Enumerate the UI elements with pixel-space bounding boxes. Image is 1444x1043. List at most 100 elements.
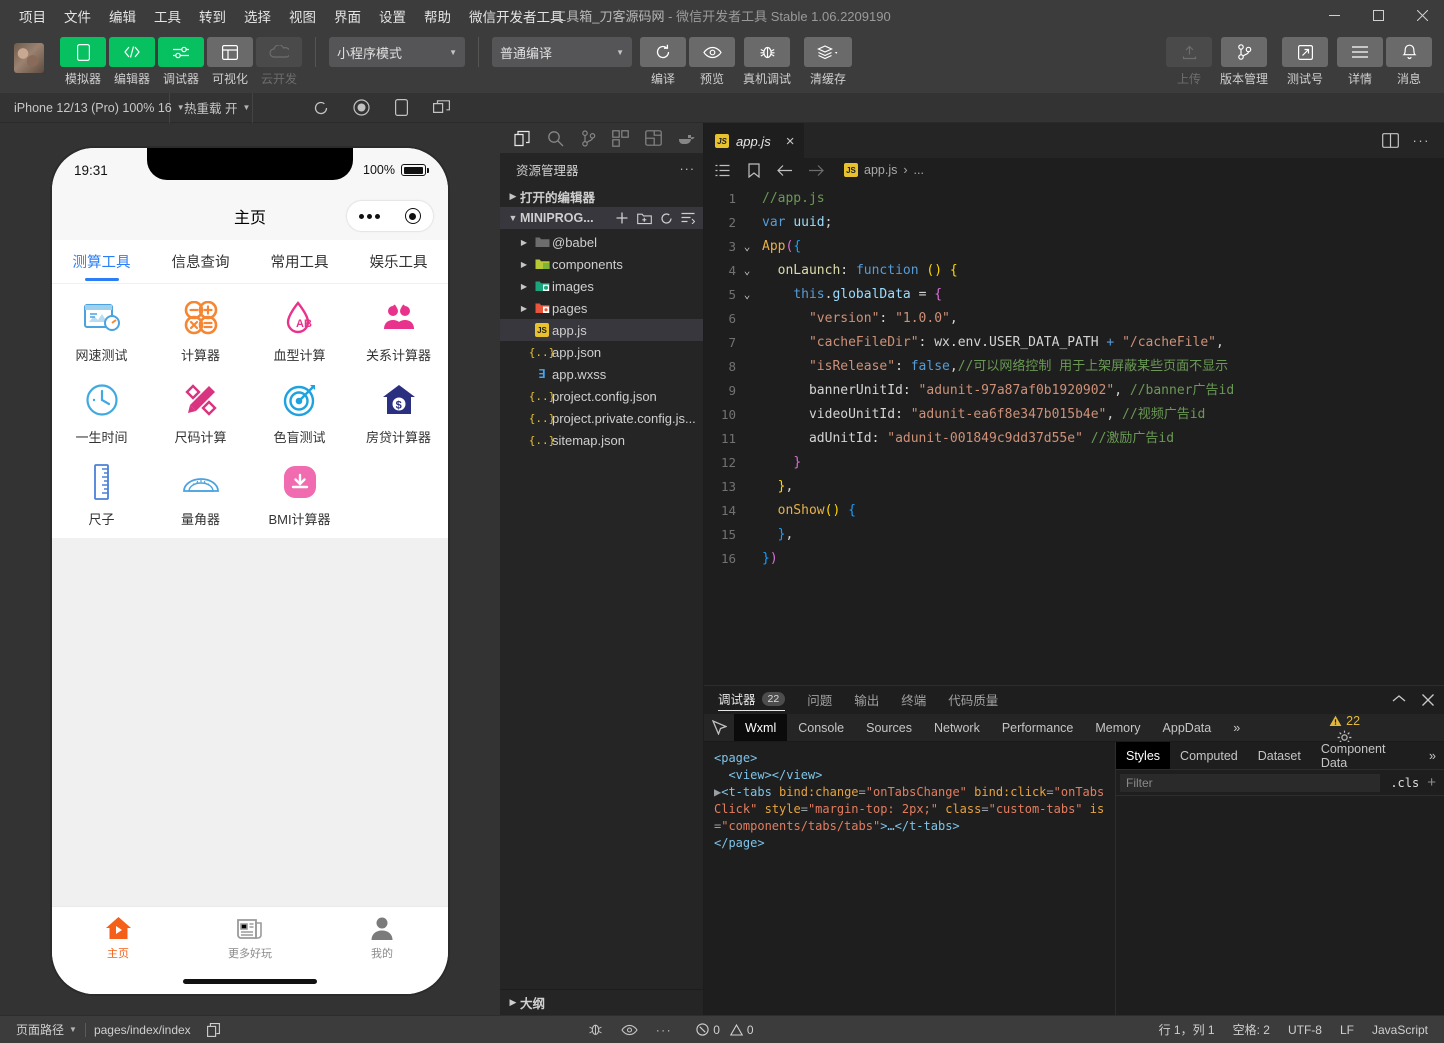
eol[interactable]: LF [1340, 1023, 1354, 1037]
grid-item-blood-type[interactable]: AB 血型计算 [250, 298, 349, 364]
tabbar-item-profile[interactable]: 我的 [316, 914, 448, 961]
open-editors-section[interactable]: ▶ 打开的编辑器 [500, 185, 703, 207]
tab-common-tools[interactable]: 常用工具 [250, 240, 349, 283]
docker-icon[interactable] [670, 123, 703, 153]
styles-tab-component-data[interactable]: Component Data [1311, 742, 1421, 769]
panel-tab-output[interactable]: 输出 [854, 690, 879, 711]
menu-item-tools[interactable]: 工具 [145, 2, 190, 30]
files-icon[interactable] [506, 123, 539, 153]
styles-tab-dataset[interactable]: Dataset [1248, 742, 1311, 769]
grid-item-lifetime[interactable]: 一生时间 [52, 380, 151, 446]
warning-indicator[interactable]: 22 [1321, 714, 1368, 728]
devtools-tabs-more-icon[interactable]: » [1222, 714, 1251, 741]
messages-button[interactable]: 消息 [1386, 37, 1432, 87]
fold-marker[interactable] [736, 499, 758, 523]
devtools-tab-performance[interactable]: Performance [991, 714, 1085, 741]
forward-arrow-icon[interactable] [807, 162, 824, 179]
fold-marker[interactable] [736, 211, 758, 235]
tree-item-app-js[interactable]: JS app.js [500, 319, 703, 341]
more-dots-icon[interactable] [359, 214, 380, 219]
copy-icon[interactable] [199, 1023, 228, 1037]
toggle-debugger-button[interactable]: 调试器 [158, 37, 204, 87]
tree-item-babel[interactable]: ▶ @babel [500, 231, 703, 253]
tree-item-sitemap[interactable]: {..} sitemap.json [500, 429, 703, 451]
grid-item-color-blind[interactable]: 色盲测试 [250, 380, 349, 446]
menu-item-goto[interactable]: 转到 [190, 2, 235, 30]
search-icon[interactable] [539, 123, 572, 153]
new-file-icon[interactable] [612, 208, 632, 228]
device-select[interactable]: iPhone 12/13 (Pro) 100% 16 ▼ [0, 93, 170, 123]
record-icon[interactable] [351, 98, 371, 118]
tree-item-app-json[interactable]: {..} app.json [500, 341, 703, 363]
menu-item-devtools[interactable]: 微信开发者工具 [460, 2, 573, 30]
menu-item-interface[interactable]: 界面 [325, 2, 370, 30]
hot-reload-select[interactable]: 热重载 开 ▼ [170, 93, 253, 123]
menu-item-help[interactable]: 帮助 [415, 2, 460, 30]
close-icon[interactable] [1422, 694, 1434, 706]
fold-marker[interactable]: ⌄ [736, 259, 758, 283]
layout-icon[interactable] [637, 123, 670, 153]
styles-tab-computed[interactable]: Computed [1170, 742, 1248, 769]
page-path-select[interactable]: 页面路径 ▼ [8, 1021, 85, 1038]
encoding[interactable]: UTF-8 [1288, 1023, 1322, 1037]
tab-info-query[interactable]: 信息查询 [151, 240, 250, 283]
details-button[interactable]: 详情 [1337, 37, 1383, 87]
menu-item-edit[interactable]: 编辑 [100, 2, 145, 30]
version-control-button[interactable]: 版本管理 [1215, 37, 1273, 87]
panel-tab-code-quality[interactable]: 代码质量 [948, 690, 998, 711]
close-icon[interactable]: × [786, 133, 795, 150]
grid-item-mortgage[interactable]: $ 房贷计算器 [349, 380, 448, 446]
devtools-tab-console[interactable]: Console [787, 714, 855, 741]
preview-button[interactable]: 预览 [689, 37, 735, 87]
minimize-icon[interactable] [1312, 0, 1356, 31]
wechat-capsule[interactable] [346, 200, 434, 232]
tabbar-item-more[interactable]: 更多好玩 [184, 914, 316, 961]
tree-item-project-private-config[interactable]: {..} project.private.config.js... [500, 407, 703, 429]
grid-item-size-calc[interactable]: 尺码计算 [151, 380, 250, 446]
real-device-debug-button[interactable]: 真机调试 [738, 37, 796, 87]
collapse-all-icon[interactable] [678, 208, 698, 228]
devtools-tab-memory[interactable]: Memory [1084, 714, 1151, 741]
split-editor-icon[interactable] [1382, 133, 1399, 148]
toggle-visual-button[interactable]: 可视化 [207, 37, 253, 87]
refresh-icon[interactable] [656, 208, 676, 228]
devtools-tab-appdata[interactable]: AppData [1152, 714, 1223, 741]
source-control-icon[interactable] [572, 123, 605, 153]
bookmark-icon[interactable] [745, 162, 762, 179]
menu-item-project[interactable]: 项目 [10, 2, 55, 30]
fold-marker[interactable] [736, 451, 758, 475]
tree-item-components[interactable]: ▶ components [500, 253, 703, 275]
extensions-icon[interactable] [604, 123, 637, 153]
menu-item-file[interactable]: 文件 [55, 2, 100, 30]
outline-section[interactable]: ▶ 大纲 [500, 989, 703, 1015]
devtools-tab-sources[interactable]: Sources [855, 714, 923, 741]
panel-tab-debugger[interactable]: 调试器 22 [718, 689, 785, 711]
outline-icon[interactable] [714, 162, 731, 179]
back-arrow-icon[interactable] [776, 162, 793, 179]
fold-marker[interactable] [736, 187, 758, 211]
project-section[interactable]: ▼ MINIPROG... [500, 207, 703, 229]
inspect-element-icon[interactable] [704, 714, 734, 741]
bug-icon[interactable] [588, 1022, 603, 1037]
toggle-simulator-button[interactable]: 模拟器 [60, 37, 106, 87]
fold-marker[interactable] [736, 307, 758, 331]
more-actions-icon[interactable]: ··· [680, 162, 696, 176]
refresh-icon[interactable] [311, 98, 331, 118]
indentation[interactable]: 空格: 2 [1233, 1021, 1270, 1038]
styles-tabs-more-icon[interactable]: » [1421, 742, 1444, 769]
breadcrumb-path[interactable]: JS app.js › ... [844, 163, 924, 177]
panel-tab-terminal[interactable]: 终端 [901, 690, 926, 711]
code-editor[interactable]: 1//app.js 2var uuid; 3⌄App({ 4⌄ onLaunch… [704, 182, 1444, 685]
new-folder-icon[interactable] [634, 208, 654, 228]
devtools-tab-wxml[interactable]: Wxml [734, 714, 787, 741]
eye-icon[interactable] [621, 1024, 638, 1036]
styles-tab-styles[interactable]: Styles [1116, 742, 1170, 769]
test-account-button[interactable]: 测试号 [1276, 37, 1334, 87]
tree-item-images[interactable]: ▶ images [500, 275, 703, 297]
fold-marker[interactable] [736, 475, 758, 499]
toggle-editor-button[interactable]: 编辑器 [109, 37, 155, 87]
toggle-class-button[interactable]: .cls [1384, 776, 1425, 790]
grid-item-relations[interactable]: 关系计算器 [349, 298, 448, 364]
more-actions-icon[interactable]: ··· [1413, 133, 1431, 148]
fold-marker[interactable] [736, 547, 758, 571]
